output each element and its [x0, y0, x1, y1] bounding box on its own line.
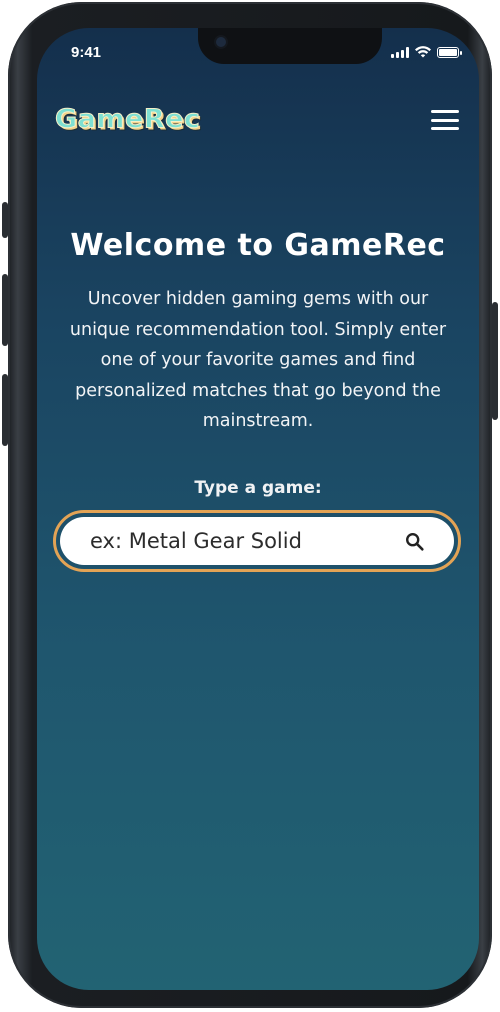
mute-switch: [2, 202, 8, 238]
search-field[interactable]: [60, 517, 454, 565]
cellular-signal-icon: [391, 46, 409, 58]
status-icons: [391, 46, 462, 58]
page-title: Welcome to GameRec: [70, 228, 446, 263]
hamburger-menu-icon[interactable]: [431, 110, 459, 130]
phone-frame: 9:41 GameRec Welcome to GameRec Uncover …: [2, 2, 498, 1008]
page-description: Uncover hidden gaming gems with our uniq…: [69, 289, 447, 431]
battery-icon: [437, 46, 462, 58]
volume-down-button: [2, 374, 8, 446]
search-input[interactable]: [90, 517, 380, 565]
search-icon[interactable]: [404, 531, 426, 553]
app-screen: 9:41 GameRec Welcome to GameRec Uncover …: [37, 28, 479, 990]
search-field-outline: [53, 510, 461, 572]
status-time: 9:41: [71, 44, 102, 61]
camera-icon: [216, 37, 226, 47]
search-label: Type a game:: [194, 478, 322, 498]
wifi-icon: [415, 46, 431, 58]
gamerec-logo[interactable]: GameRec: [54, 104, 200, 134]
power-button: [492, 302, 498, 420]
volume-up-button: [2, 274, 8, 346]
notch: [198, 28, 382, 64]
